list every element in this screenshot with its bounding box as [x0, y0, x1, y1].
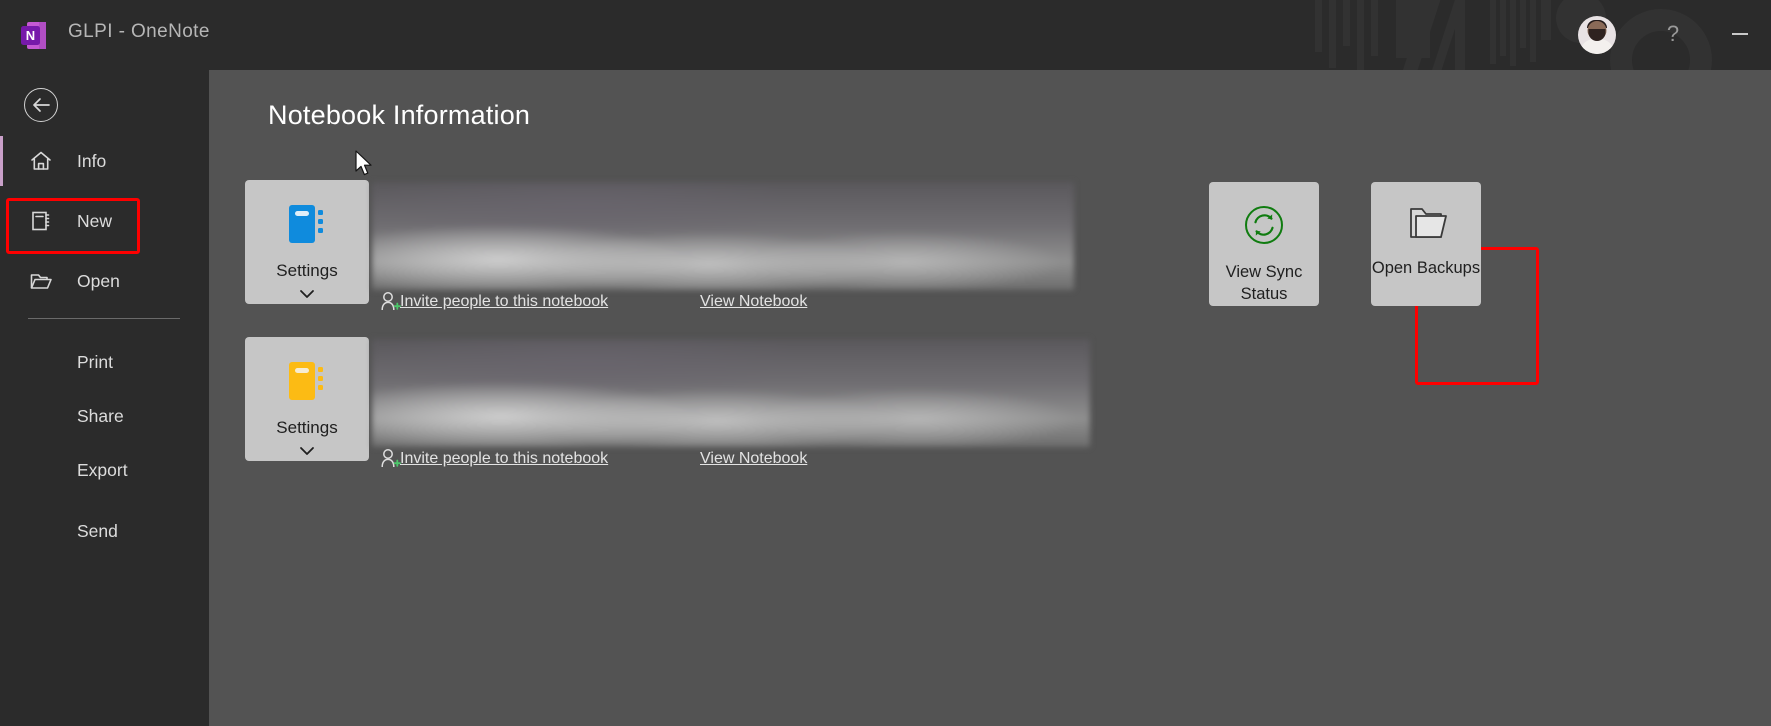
chevron-down-icon: [299, 286, 315, 304]
notebook-name-redacted: [372, 339, 1090, 447]
notebook-row: Settings Invite people to this notebook …: [209, 180, 1109, 311]
notebook-icon: [28, 208, 54, 234]
notebook-icon: [287, 360, 327, 407]
sidebar-item-print[interactable]: Print: [0, 337, 209, 387]
notebook-settings-button[interactable]: Settings: [245, 180, 369, 304]
home-icon: [28, 148, 54, 174]
view-notebook-link[interactable]: View Notebook: [700, 450, 807, 468]
invite-people-link[interactable]: Invite people to this notebook: [400, 293, 608, 311]
sidebar-item-send[interactable]: Send: [0, 506, 209, 556]
notebook-links: Invite people to this notebook View Note…: [372, 447, 1072, 477]
invite-people-link[interactable]: Invite people to this notebook: [400, 450, 608, 468]
action-label: Open Backups: [1371, 259, 1481, 277]
minimize-button[interactable]: [1718, 14, 1762, 54]
sidebar-item-label: Info: [77, 150, 107, 171]
view-notebook-link[interactable]: View Notebook: [700, 293, 807, 311]
sidebar-item-share[interactable]: Share: [0, 391, 209, 441]
header-decoration: [1315, 0, 1712, 70]
svg-text:N: N: [26, 28, 35, 43]
back-arrow-icon: [32, 98, 50, 112]
action-label: View Sync Status: [1225, 263, 1303, 304]
back-button[interactable]: [24, 88, 58, 122]
open-folder-icon: [28, 268, 54, 294]
sidebar-item-label: New: [77, 210, 113, 231]
app-window: N GLPI - OneNote ? Info New Open Print S…: [0, 0, 1771, 726]
page-title: Notebook Information: [268, 100, 531, 130]
sidebar-item-label: Share: [77, 405, 124, 426]
help-button[interactable]: ?: [1652, 14, 1694, 54]
view-sync-status-button[interactable]: View Sync Status: [1209, 182, 1319, 306]
minimize-icon: [1732, 33, 1748, 35]
sidebar-item-label: Export: [77, 459, 128, 480]
notebook-links: Invite people to this notebook View Note…: [372, 290, 1072, 320]
chevron-down-icon: [299, 443, 315, 461]
notebook-settings-button[interactable]: Settings: [245, 337, 369, 461]
person-add-icon: [380, 448, 401, 473]
settings-label: Settings: [276, 418, 338, 437]
notebook-icon: [287, 203, 327, 250]
sidebar-item-new[interactable]: New: [0, 196, 209, 246]
person-add-icon: [380, 291, 401, 316]
notebook-row: Settings Invite people to this notebook …: [209, 337, 1109, 468]
sidebar-item-label: Open: [77, 270, 120, 291]
sync-status-icon: [1243, 204, 1285, 251]
open-folder-icon: [1405, 204, 1447, 247]
sidebar-item-open[interactable]: Open: [0, 256, 209, 306]
title-bar: N GLPI - OneNote ?: [0, 0, 1771, 70]
sidebar-item-label: Print: [77, 351, 113, 372]
selection-indicator: [0, 136, 3, 186]
window-title: GLPI - OneNote: [68, 21, 210, 42]
help-question-icon: ?: [1666, 21, 1680, 46]
main-content: Notebook Information Settings Invite peo…: [209, 70, 1771, 726]
sidebar-item-info[interactable]: Info: [0, 136, 209, 186]
sidebar-item-label: Send: [77, 520, 118, 541]
avatar[interactable]: [1578, 16, 1616, 54]
open-backups-button[interactable]: Open Backups: [1371, 182, 1481, 306]
sidebar: Info New Open Print Share Export Send: [0, 70, 209, 726]
notebook-name-redacted: [372, 182, 1074, 290]
onenote-logo-icon: N: [21, 22, 46, 49]
settings-label: Settings: [276, 261, 338, 280]
sidebar-divider: [28, 318, 180, 319]
sidebar-item-export[interactable]: Export: [0, 445, 209, 495]
